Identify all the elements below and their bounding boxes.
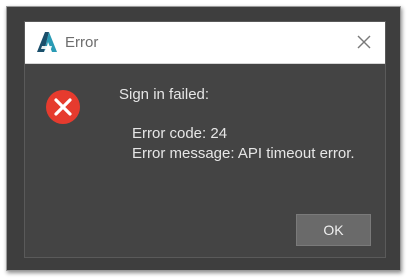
autodesk-logo-icon	[37, 32, 57, 52]
ok-button[interactable]: OK	[296, 214, 371, 246]
close-button[interactable]	[349, 27, 379, 57]
error-heading: Sign in failed:	[119, 86, 210, 103]
error-message-text: Error message: API timeout error.	[132, 145, 355, 162]
title-bar: Error	[25, 22, 385, 64]
error-code-text: Error code: 24	[132, 125, 228, 142]
error-icon	[46, 90, 80, 124]
close-icon	[357, 35, 371, 49]
error-dialog: Error Sign in failed: Error code: 24 Err…	[24, 21, 386, 258]
window-title: Error	[65, 34, 99, 51]
screenshot-frame: Error Sign in failed: Error code: 24 Err…	[6, 6, 401, 271]
